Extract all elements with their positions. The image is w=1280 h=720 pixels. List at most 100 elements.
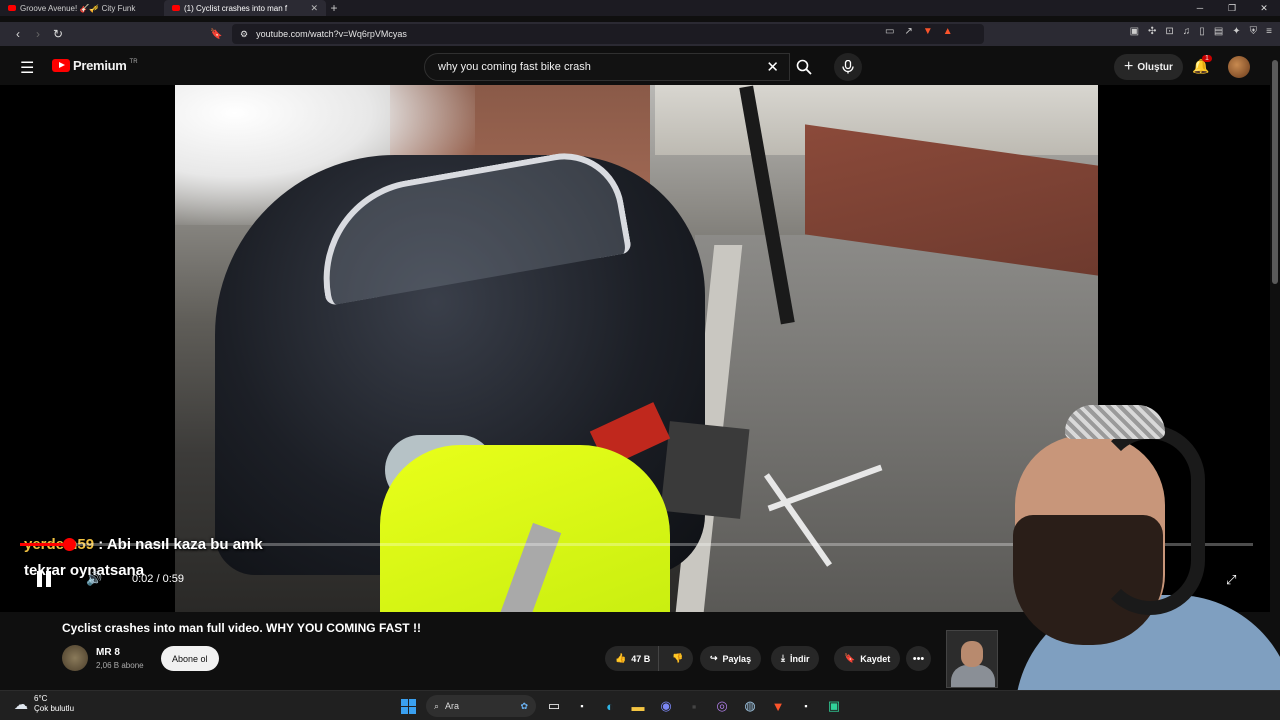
video-toolbox xyxy=(660,421,750,519)
close-window-icon[interactable]: ✕ xyxy=(1248,3,1280,14)
url-field[interactable]: 🔖 ⚙ youtube.com/watch?v=Wq6rpVMcyas xyxy=(210,24,984,44)
restore-icon[interactable]: ❐ xyxy=(1216,3,1248,14)
sidebar-icon[interactable]: ▯ xyxy=(1199,26,1205,37)
forward-icon[interactable]: › xyxy=(28,27,48,41)
puzzle-icon[interactable]: ✣ xyxy=(1148,26,1156,37)
subscriber-count: 2,06 B abone xyxy=(96,661,144,670)
weather-temperature: 6°C xyxy=(34,694,48,703)
picture-in-picture-cam xyxy=(946,630,998,688)
clear-search-icon[interactable]: ✕ xyxy=(766,58,779,76)
bookmark-icon: 🔖 xyxy=(844,653,856,663)
app-icon[interactable]: ▪ xyxy=(796,696,816,716)
voice-search-button[interactable] xyxy=(834,53,862,81)
search-icon xyxy=(796,59,812,75)
browser-tab-video[interactable]: (1) Cyclist crashes into man f ✕ xyxy=(164,0,326,16)
close-tab-icon[interactable]: ✕ xyxy=(310,3,318,14)
taskbar-apps: ⌕ Ara ✿ ▭ ▪ ◐ ▬ ◉ ▪ ◎ ◍ ▼ ▪ ▣ xyxy=(398,695,844,717)
subscribe-button[interactable]: Abone ol xyxy=(161,646,219,671)
file-explorer-icon[interactable]: ▬ xyxy=(628,696,648,716)
progress-played xyxy=(20,543,70,546)
new-tab-button[interactable]: + xyxy=(326,1,342,15)
cast-icon[interactable]: ▭ xyxy=(885,26,894,37)
start-button[interactable] xyxy=(398,696,418,716)
rewards-icon[interactable]: ▲ xyxy=(943,26,953,37)
app-icon[interactable]: ▪ xyxy=(684,696,704,716)
weather-widget[interactable]: ☁ 6°C Çok bulutlu xyxy=(14,694,74,714)
save-button[interactable]: 🔖 Kaydet xyxy=(834,646,901,671)
time-display: 0:02 / 0:59 xyxy=(132,573,184,585)
weather-icon: ☁ xyxy=(14,695,28,712)
channel-avatar[interactable] xyxy=(62,645,88,671)
steam-icon[interactable]: ◍ xyxy=(740,696,760,716)
pip-face xyxy=(961,641,983,667)
dislike-icon: 👎 xyxy=(672,653,684,663)
windows-taskbar: ☁ 6°C Çok bulutlu ⌕ Ara ✿ ▭ ▪ ◐ ▬ ◉ ▪ ◎ … xyxy=(0,690,1280,720)
taskbar-search[interactable]: ⌕ Ara ✿ xyxy=(426,695,536,717)
url-text[interactable]: youtube.com/watch?v=Wq6rpVMcyas xyxy=(256,29,407,39)
app-icon[interactable]: ▣ xyxy=(824,696,844,716)
youtube-favicon-icon xyxy=(172,5,180,11)
menu-icon[interactable]: ≡ xyxy=(1266,26,1272,37)
youtube-logo-icon xyxy=(52,59,70,72)
edge-icon[interactable]: ◐ xyxy=(600,696,620,716)
youtube-logo[interactable]: Premium TR xyxy=(52,58,138,73)
task-view-icon[interactable]: ▭ xyxy=(544,696,564,716)
search-query[interactable]: why you coming fast bike crash xyxy=(438,61,591,73)
tab-title: Groove Avenue! 🎸🎺 City Funk xyxy=(20,3,136,13)
logo-word: Premium xyxy=(73,58,127,73)
scrollbar-thumb[interactable] xyxy=(1272,60,1278,284)
extension-icons: ▣ ✣ ⊡ ♫ ▯ ▤ ✦ ⛨ ≡ xyxy=(1130,26,1272,37)
streamer-bandana xyxy=(1065,405,1165,439)
headset-icon xyxy=(1095,425,1205,615)
channel-name[interactable]: MR 8 xyxy=(96,647,120,658)
more-actions-button[interactable]: ••• xyxy=(906,646,931,671)
volume-icon[interactable]: 🔊 xyxy=(86,571,102,587)
music-icon[interactable]: ♫ xyxy=(1183,26,1191,37)
discord-icon[interactable]: ◉ xyxy=(656,696,676,716)
create-button[interactable]: + Oluştur xyxy=(1114,54,1183,80)
share-icon: ↪ xyxy=(710,653,718,663)
like-icon: 👍 xyxy=(615,653,627,663)
extension-icon[interactable]: ▣ xyxy=(1130,26,1139,37)
share-button[interactable]: ↪ Paylaş xyxy=(700,646,762,671)
taskbar-search-label: Ara xyxy=(445,701,460,711)
reload-icon[interactable]: ↻ xyxy=(48,27,68,41)
app-icon[interactable]: ▪ xyxy=(572,696,592,716)
download-icon: ⤓ xyxy=(781,653,785,663)
back-icon[interactable]: ‹ xyxy=(8,27,28,41)
like-count: 47 B xyxy=(631,653,651,664)
mic-icon xyxy=(842,60,854,74)
logo-region: TR xyxy=(129,58,138,65)
minimize-icon[interactable]: ─ xyxy=(1184,3,1216,14)
notifications-button[interactable]: 🔔 1 xyxy=(1192,55,1212,75)
share-label: Paylaş xyxy=(722,653,752,664)
webcam-overlay xyxy=(995,405,1280,720)
pause-icon[interactable] xyxy=(36,571,52,587)
brave-shield-icon[interactable]: ▼ xyxy=(923,26,933,37)
video-frame[interactable] xyxy=(175,85,1098,612)
dislike-button[interactable]: 👎 xyxy=(664,653,691,664)
screenshot-icon[interactable]: ⊡ xyxy=(1165,26,1173,37)
site-info-icon[interactable]: ⚙ xyxy=(240,29,248,40)
plus-icon: + xyxy=(1124,58,1134,75)
download-button[interactable]: ⤓ İndir xyxy=(771,646,820,671)
windows-icon xyxy=(400,698,416,714)
bookmark-page-icon[interactable]: 🔖 xyxy=(210,29,222,40)
browser-tab-music[interactable]: Groove Avenue! 🎸🎺 City Funk xyxy=(0,0,164,16)
leo-icon[interactable]: ✦ xyxy=(1232,26,1240,37)
weather-text: 6°C Çok bulutlu xyxy=(34,694,74,714)
window-controls: ─ ❐ ✕ xyxy=(1184,3,1280,14)
app-icon[interactable]: ◎ xyxy=(712,696,732,716)
brave-icon[interactable]: ▼ xyxy=(768,696,788,716)
browser-tab-strip: Groove Avenue! 🎸🎺 City Funk (1) Cyclist … xyxy=(0,0,1280,16)
hamburger-icon[interactable]: ☰ xyxy=(20,58,34,78)
like-button[interactable]: 👍 47 B xyxy=(605,646,660,671)
wallet-icon[interactable]: ▤ xyxy=(1214,26,1223,37)
share-page-icon[interactable]: ↗ xyxy=(904,26,912,37)
search-button[interactable] xyxy=(790,53,818,81)
browser-address-bar: ‹ › ↻ 🔖 ⚙ youtube.com/watch?v=Wq6rpVMcya… xyxy=(0,22,1280,46)
vpn-icon[interactable]: ⛨ xyxy=(1250,26,1258,37)
pip-body xyxy=(951,665,995,687)
search-input[interactable]: why you coming fast bike crash ✕ xyxy=(424,53,790,81)
avatar[interactable] xyxy=(1228,56,1250,78)
